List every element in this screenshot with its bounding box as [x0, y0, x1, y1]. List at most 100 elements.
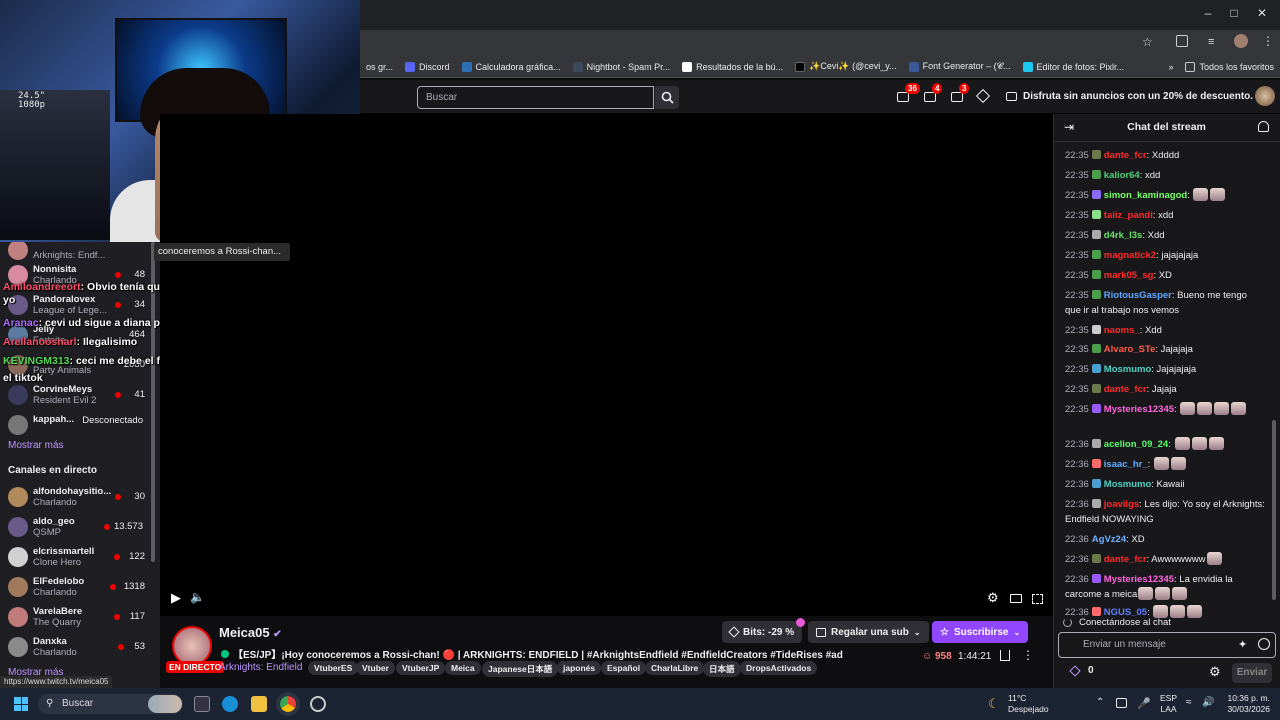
emote-icon[interactable] — [1174, 437, 1190, 450]
bits-button[interactable]: Bits: -29 % — [722, 621, 803, 643]
streamer-name[interactable]: Meica05 ✔ — [219, 625, 282, 640]
video-player[interactable] — [160, 114, 1053, 616]
emote-icon[interactable] — [1231, 402, 1247, 415]
live-channel[interactable]: aldo_geo QSMP 13.573 — [0, 513, 155, 543]
chat-badge-icon[interactable] — [1091, 554, 1101, 563]
chat-username[interactable]: taiiz_pandi — [1104, 210, 1153, 221]
volume-icon[interactable]: 🔈 — [190, 590, 205, 604]
bookmark-item[interactable]: Nightbot - Spam Pr... — [567, 61, 677, 72]
chat-badge-icon[interactable] — [1091, 607, 1101, 616]
emote-icon[interactable] — [1206, 552, 1222, 565]
chat-badge-icon[interactable] — [1091, 150, 1101, 159]
chat-username[interactable]: joavilgs — [1104, 499, 1139, 510]
chrome-icon[interactable] — [276, 692, 300, 716]
chat-badge-icon[interactable] — [1091, 439, 1101, 448]
chat-badge-icon[interactable] — [1091, 290, 1101, 299]
tag[interactable]: VtuberJP — [396, 661, 446, 675]
chat-badge-icon[interactable] — [1091, 499, 1101, 508]
bookmark-item[interactable]: Editor de fotos: Pixlr... — [1017, 61, 1131, 72]
live-channel[interactable]: Danxka Charlando 53 — [0, 633, 155, 663]
search-input[interactable]: Buscar — [417, 86, 654, 109]
emote-icon[interactable] — [1191, 437, 1207, 450]
chat-username[interactable]: isaac_hr_ — [1104, 459, 1148, 470]
emote-icon[interactable] — [1214, 402, 1230, 415]
tag[interactable]: Japanese日本語 — [482, 661, 559, 677]
community-icon[interactable] — [1258, 121, 1269, 132]
live-channel[interactable]: elcrissmartell Clone Hero 122 — [0, 543, 155, 573]
bookmark-item[interactable]: Resultados de la bú... — [676, 61, 789, 72]
streamer-avatar[interactable] — [172, 626, 212, 666]
gift-sub-button[interactable]: Regalar una sub ⌄ — [808, 621, 929, 643]
chat-username[interactable]: Mysteries12345 — [1104, 574, 1174, 585]
chat-badge-icon[interactable] — [1091, 270, 1101, 279]
search-button[interactable] — [655, 86, 679, 109]
user-avatar[interactable] — [1255, 86, 1275, 106]
emote-icon[interactable] — [1210, 188, 1226, 201]
chat-badge-icon[interactable] — [1091, 459, 1101, 468]
chat-badge-icon[interactable] — [1091, 479, 1101, 488]
chat-badge-icon[interactable] — [1091, 210, 1101, 219]
bookmark-item[interactable]: ✨Cevi✨ (@cevi_y... — [789, 61, 902, 72]
play-icon[interactable]: ▶ — [171, 590, 181, 606]
notifications-button[interactable]: 36 — [897, 83, 920, 104]
live-channel[interactable]: ElFedelobo Charlando 1318 — [0, 573, 155, 603]
tag[interactable]: japonés — [557, 661, 602, 675]
turbo-promo[interactable]: Disfruta sin anuncios con un 20% de desc… — [1006, 91, 1253, 102]
windows-start-icon[interactable] — [14, 697, 28, 711]
followed-channel[interactable]: CorvineMeys Resident Evil 2 41 — [0, 381, 155, 411]
chat-username[interactable]: naoms_ — [1104, 325, 1140, 336]
tray-overflow-icon[interactable]: ⌃ — [1096, 697, 1104, 708]
tag[interactable]: DropsActivados — [740, 661, 818, 675]
share-icon[interactable] — [1000, 650, 1010, 661]
chat-badge-icon[interactable] — [1091, 364, 1101, 373]
file-explorer-icon[interactable] — [251, 696, 267, 712]
bookmark-item[interactable]: Calculadora gráfica... — [456, 61, 567, 72]
extensions-icon[interactable] — [1176, 35, 1188, 47]
chat-badge-icon[interactable] — [1091, 384, 1101, 393]
maximize-icon[interactable]: □ — [1224, 6, 1244, 20]
tray-app-icon[interactable] — [1116, 698, 1127, 708]
followed-channel[interactable]: kappah... Desconectado — [0, 411, 155, 441]
all-favorites[interactable]: Todos los favoritos — [1179, 61, 1280, 72]
show-more-link[interactable]: Mostrar más — [8, 440, 64, 451]
send-button[interactable]: Enviar — [1232, 663, 1272, 683]
chat-username[interactable]: magnatick2 — [1104, 250, 1156, 261]
emote-icon[interactable] — [1155, 587, 1171, 600]
chat-username[interactable]: Mosmumo — [1104, 364, 1152, 375]
chat-badge-icon[interactable] — [1091, 250, 1101, 259]
browser-menu-icon[interactable]: ⋮ — [1262, 34, 1274, 48]
chat-badge-icon[interactable] — [1091, 325, 1101, 334]
clock[interactable]: 10:36 p. m. 30/03/2026 — [1224, 693, 1270, 715]
edge-icon[interactable] — [222, 696, 238, 712]
microphone-icon[interactable]: 🎤 — [1137, 697, 1151, 710]
emote-icon[interactable] — [1180, 402, 1196, 415]
speaker-icon[interactable]: 🔊 — [1202, 697, 1214, 708]
chat-badge-icon[interactable] — [1091, 230, 1101, 239]
theatre-mode-icon[interactable] — [1010, 594, 1022, 603]
minimize-icon[interactable]: – — [1198, 6, 1218, 20]
emote-icon[interactable] — [1187, 605, 1203, 618]
fullscreen-icon[interactable] — [1032, 594, 1043, 604]
tag[interactable]: Meica — [445, 661, 481, 675]
more-options-icon[interactable]: ⋮ — [1022, 648, 1034, 662]
chat-username[interactable]: dante_fcr — [1104, 150, 1147, 161]
emote-icon[interactable] — [1170, 457, 1186, 470]
bookmark-item[interactable]: os gr... — [360, 62, 399, 72]
whispers-button[interactable]: 4 — [924, 83, 943, 104]
magic-wand-icon[interactable]: ✦ — [1238, 638, 1247, 651]
bookmark-item[interactable]: Font Generator – (𝓒... — [903, 61, 1017, 72]
live-channel[interactable]: alfondohaysitio... Charlando 30 — [0, 483, 155, 513]
more-bookmarks-icon[interactable]: » — [1162, 62, 1179, 72]
chat-username[interactable]: RiotousGasper — [1104, 290, 1172, 301]
chat-username[interactable]: Mosmumo — [1104, 479, 1152, 490]
language-indicator[interactable]: ESP LAA — [1160, 693, 1177, 715]
chat-username[interactable]: mark05_sg — [1104, 270, 1154, 281]
emote-icon[interactable] — [1172, 587, 1188, 600]
app-icon[interactable] — [310, 696, 326, 712]
live-channel[interactable]: VarelaBere The Quarry 117 — [0, 603, 155, 633]
emote-icon[interactable] — [1197, 402, 1213, 415]
chat-notifications-button[interactable]: 3 — [951, 83, 970, 104]
chat-username[interactable]: d4rk_l3s — [1104, 230, 1143, 241]
chat-username[interactable]: kalior64 — [1104, 170, 1140, 181]
chat-settings-icon[interactable]: ⚙ — [1209, 664, 1221, 680]
